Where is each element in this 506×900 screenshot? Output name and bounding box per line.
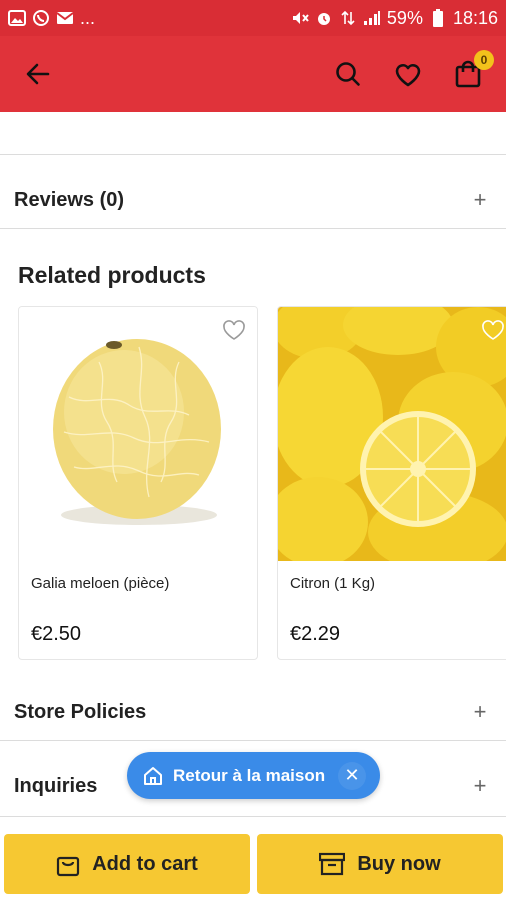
divider <box>0 816 506 817</box>
divider <box>0 154 506 155</box>
buy-now-button[interactable]: Buy now <box>257 834 503 894</box>
heart-outline-icon <box>223 320 245 340</box>
heart-icon <box>395 64 421 87</box>
mail-icon <box>56 10 74 26</box>
cart-button[interactable]: 0 <box>448 50 494 94</box>
mute-icon <box>291 10 309 26</box>
wishlist-toggle[interactable] <box>219 315 249 345</box>
status-bar: ... 59% 18:16 <box>0 0 506 36</box>
cart-count-badge: 0 <box>474 50 494 70</box>
reviews-label: Reviews (0) <box>14 188 125 211</box>
divider <box>0 740 506 741</box>
back-button[interactable] <box>18 54 58 94</box>
product-price: €2.29 <box>290 623 341 645</box>
related-products-title: Related products <box>18 262 206 288</box>
product-card[interactable]: Citron (1 Kg) €2.29 <box>277 306 506 660</box>
data-arrows-icon <box>339 10 357 26</box>
signal-icon <box>363 10 381 26</box>
battery-percent: 59% <box>386 7 423 28</box>
app-bar: 0 <box>0 36 506 112</box>
status-more: ... <box>80 7 96 28</box>
store-policies-section[interactable]: Store Policies + <box>0 676 506 748</box>
search-icon <box>336 62 360 86</box>
bottom-action-bar: Add to cart Buy now <box>0 826 506 900</box>
archive-box-icon <box>319 852 346 876</box>
status-right: 59% 18:16 <box>291 8 498 29</box>
melon-image <box>19 307 257 561</box>
return-home-toast[interactable]: Retour à la maison ✕ <box>127 752 380 799</box>
product-card[interactable]: Galia meloen (pièce) €2.50 <box>18 306 258 660</box>
store-policies-label: Store Policies <box>14 700 147 723</box>
status-left: ... <box>8 8 95 29</box>
battery-icon <box>429 9 447 27</box>
heart-outline-icon <box>482 320 504 340</box>
gallery-icon <box>8 10 26 26</box>
search-button[interactable] <box>328 54 368 94</box>
shopping-bag-icon <box>57 856 80 877</box>
toast-label: Retour à la maison <box>173 765 326 785</box>
add-to-cart-button[interactable]: Add to cart <box>4 834 250 894</box>
arrow-left-icon <box>26 63 50 85</box>
home-icon <box>144 766 162 785</box>
clock: 18:16 <box>452 7 498 28</box>
expand-icon: + <box>473 773 487 798</box>
product-name: Galia meloen (pièce) <box>31 575 170 592</box>
expand-icon: + <box>473 699 487 724</box>
alarm-icon <box>315 10 333 26</box>
product-price: €2.50 <box>31 623 82 645</box>
close-icon[interactable]: ✕ <box>338 761 366 790</box>
add-to-cart-label: Add to cart <box>92 852 198 875</box>
wishlist-button[interactable] <box>388 54 428 94</box>
buy-now-label: Buy now <box>357 852 441 875</box>
whatsapp-icon <box>32 10 50 26</box>
divider <box>0 228 506 229</box>
expand-icon: + <box>473 187 487 212</box>
wishlist-toggle[interactable] <box>478 315 506 345</box>
reviews-section[interactable]: Reviews (0) + <box>0 164 506 236</box>
lemon-image <box>278 307 506 572</box>
screen: ... 59% 18:16 0 Reviews (0) + Related pr… <box>0 0 506 900</box>
product-name: Citron (1 Kg) <box>290 575 376 592</box>
